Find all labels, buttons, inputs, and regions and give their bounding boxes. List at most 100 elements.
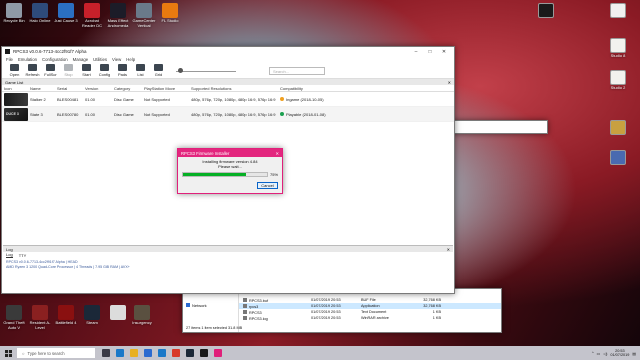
taskbar-app-pink-button[interactable]: [211, 346, 225, 360]
desktop-icon-studio-2[interactable]: Studio 2: [606, 70, 630, 91]
fullscr-icon: [46, 64, 55, 71]
stop-icon: [64, 64, 73, 71]
desktop-icon-label: Resident A-Level: [29, 320, 51, 330]
cancel-button[interactable]: Cancel: [257, 182, 278, 189]
file-name: rpcs3: [249, 304, 259, 309]
tab-tty[interactable]: TTY: [19, 253, 27, 258]
taskbar-edge-button[interactable]: [113, 346, 127, 360]
file-date: 01/07/2019 20:53: [311, 316, 341, 320]
game-row[interactable]: State 3 BLES00780 01.00 Disc Game Not Suppor…: [2, 107, 454, 122]
volume-icon[interactable]: ◁): [603, 351, 607, 356]
close-icon[interactable]: ✕: [437, 49, 451, 55]
column-version[interactable]: Version: [85, 86, 114, 91]
pads-button[interactable]: Pads: [114, 64, 131, 77]
column-compatibility[interactable]: Compatibility: [280, 86, 360, 91]
clock[interactable]: 20:53 01/07/2019: [610, 349, 629, 358]
maximize-icon[interactable]: □: [423, 49, 437, 55]
config-button[interactable]: Config: [96, 64, 113, 77]
desktop-icon-acrobat-reader-dc[interactable]: Acrobat Reader DC: [80, 3, 104, 28]
desktop-icon-resident-a-level[interactable]: Resident A-Level: [28, 305, 52, 330]
dialog-titlebar[interactable]: RPCS3 Firmware Installer ✕: [178, 149, 282, 157]
menu-emulation[interactable]: Emulation: [18, 57, 37, 62]
list-button[interactable]: List: [132, 64, 149, 77]
column-name[interactable]: Name: [30, 86, 57, 91]
network-icon: [186, 303, 190, 307]
rpcs3-app-icon: [5, 49, 10, 54]
desktop-icon-battlefield-4[interactable]: Battlefield 4: [54, 305, 78, 326]
column-serial[interactable]: Serial: [57, 86, 85, 91]
desktop-icon-label: GameCenter Vertical: [132, 18, 156, 28]
network-icon[interactable]: ▭: [597, 351, 601, 356]
fullscr-button[interactable]: FullScr: [42, 64, 59, 77]
taskbar-steam-button[interactable]: [183, 346, 197, 360]
gamecenter-vertical-icon: [136, 3, 152, 18]
desktop-icon-recycle-bin[interactable]: Recycle Bin: [2, 3, 26, 24]
taskbar-task-view-button[interactable]: [99, 346, 113, 360]
file-1-icon: [610, 3, 626, 18]
start-button[interactable]: [0, 346, 16, 360]
desktop-icon-label: Recycle Bin: [3, 18, 25, 23]
taskbar-file-explorer-button[interactable]: [127, 346, 141, 360]
menu-utilities[interactable]: Utilities: [93, 57, 107, 62]
refresh-button[interactable]: Refresh: [24, 64, 41, 77]
desktop-icon-insurgency[interactable]: Insurgency: [130, 305, 154, 326]
menu-help[interactable]: Help: [126, 57, 135, 62]
column-category[interactable]: Category: [114, 86, 144, 91]
icon-size-slider[interactable]: [176, 68, 236, 74]
desktop-icon-fl-studio[interactable]: FL Studio: [158, 3, 182, 24]
minimize-icon[interactable]: –: [409, 49, 423, 55]
desktop-icon-item-0[interactable]: [534, 3, 558, 19]
desktop-icon-just-cause-3[interactable]: Just Cause 3: [54, 3, 78, 24]
game-list-label: Game List: [5, 79, 24, 85]
desktop-icon-item-5[interactable]: [606, 150, 630, 166]
menu-view[interactable]: View: [112, 57, 121, 62]
desktop-icon-mass-effect-andromeda[interactable]: Mass Effect Andromeda: [106, 3, 130, 28]
slider-handle[interactable]: [178, 68, 183, 73]
chevron-up-icon[interactable]: ^: [592, 351, 594, 355]
column-icon[interactable]: Icon: [2, 86, 30, 91]
grand-theft-auto-v-icon: [6, 305, 22, 320]
desktop-icon-halo-online[interactable]: Halo Online: [28, 3, 52, 24]
taskbar-search-input[interactable]: ○ Type here to search: [17, 348, 95, 358]
taskbar-rpcs3-button[interactable]: [197, 346, 211, 360]
game-row[interactable]: Stalker 2 BLES00481 01.00 Disc Game Not Supp…: [2, 92, 454, 107]
menu-bar: File Emulation Configuration Manage Utilitie…: [2, 56, 454, 63]
compat-status-dot-icon: [280, 97, 284, 102]
game-search-input[interactable]: Search...: [269, 67, 325, 75]
desktop-icon-gamecenter-vertical[interactable]: GameCenter Vertical: [132, 3, 156, 28]
desktop-icon-item-1[interactable]: [606, 3, 630, 19]
game-serial: BLES00481: [57, 96, 79, 102]
start-button[interactable]: Start: [78, 64, 95, 77]
menu-file[interactable]: File: [6, 57, 13, 62]
close-icon[interactable]: ✕: [275, 151, 279, 156]
notifications-icon[interactable]: ▤: [632, 351, 636, 356]
open-button[interactable]: Open: [6, 64, 23, 77]
taskbar-store-button[interactable]: [141, 346, 155, 360]
tab-log[interactable]: Log: [6, 252, 13, 258]
file-row[interactable]: RPCS3.log 01/07/2019 20:53 WinRAR archive 1…: [239, 315, 501, 321]
column-supported-resolutions[interactable]: Supported Resolutions: [191, 86, 280, 91]
desktop-icon-grand-theft-auto-v[interactable]: Grand Theft Auto V: [2, 305, 26, 330]
desktop-icon-item-4[interactable]: [106, 305, 130, 321]
file-5-icon: [610, 150, 626, 165]
taskbar-mail-button[interactable]: [155, 346, 169, 360]
desktop-icon-label: FL Studio: [161, 18, 179, 23]
log-panel: Log ✕ Log TTY RPCS3 v0.0.6-7713-4cc2f91f…: [3, 245, 453, 292]
desktop-icon-steam[interactable]: Steam: [80, 305, 104, 326]
mass-effect-andromeda-icon: [110, 3, 126, 18]
close-icon[interactable]: ✕: [447, 247, 450, 252]
desktop-icon-item-4[interactable]: [606, 120, 630, 136]
file-icon: [243, 297, 247, 302]
stop-button[interactable]: Stop: [60, 64, 77, 77]
column-playstation-move[interactable]: PlayStation Move: [144, 86, 191, 91]
grid-button[interactable]: Grid: [150, 64, 167, 77]
close-icon[interactable]: ✕: [448, 80, 451, 85]
store-icon: [144, 349, 152, 357]
taskbar-chrome-button[interactable]: [169, 346, 183, 360]
menu-configuration[interactable]: Configuration: [42, 57, 68, 62]
rpcs3-titlebar[interactable]: RPCS3 v0.0.6-7713-4cc2f91f7 Alpha – □ ✕: [2, 47, 454, 56]
menu-manage[interactable]: Manage: [73, 57, 89, 62]
toolbar-button-label: Config: [98, 72, 111, 77]
nav-network[interactable]: Network: [186, 303, 235, 308]
desktop-icon-studio-8[interactable]: Studio 8: [606, 38, 630, 59]
